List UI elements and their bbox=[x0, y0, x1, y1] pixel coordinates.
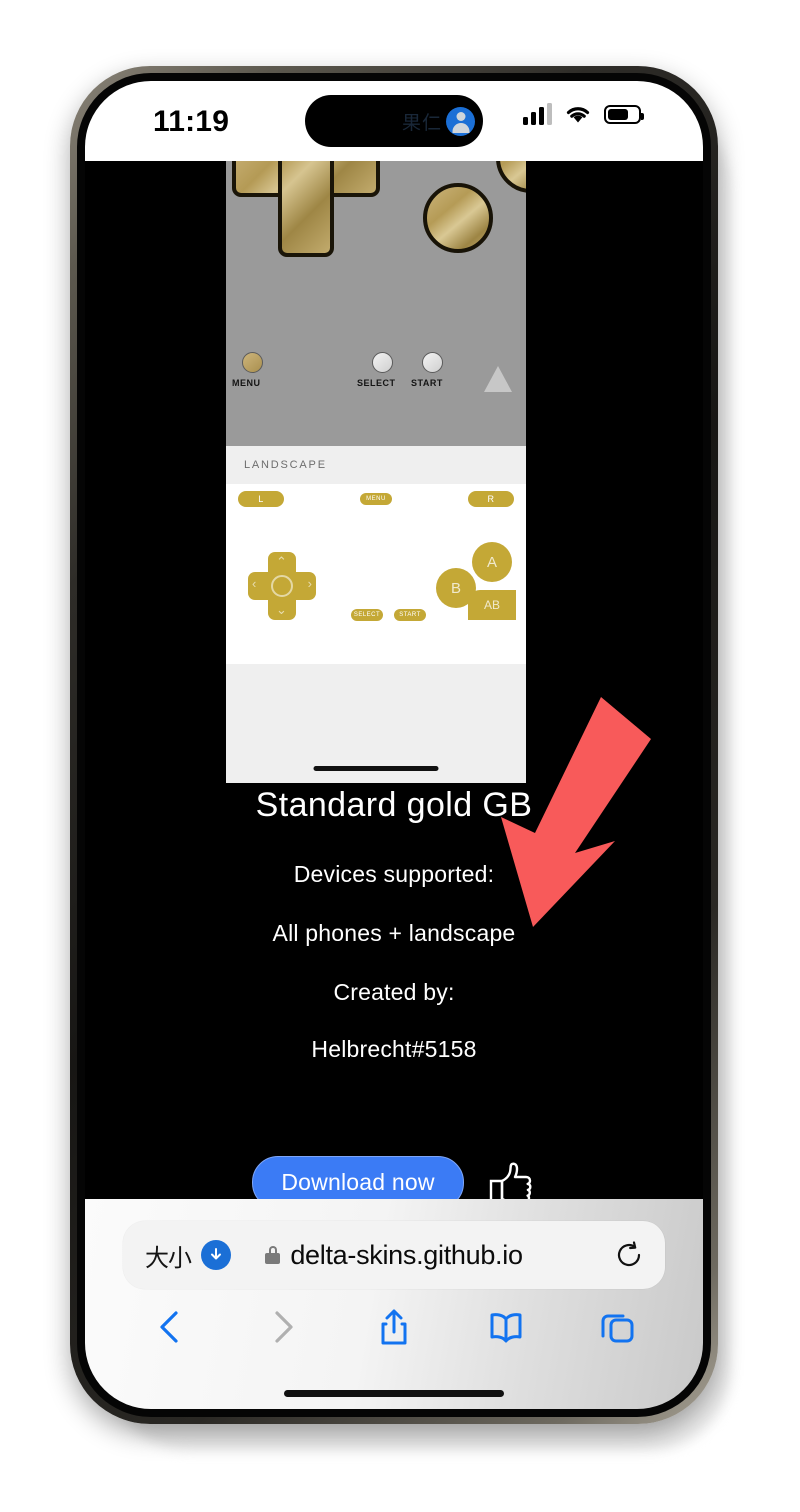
address-bar[interactable]: 大小 delta-skins.github.io bbox=[123, 1221, 665, 1289]
safari-toolbar bbox=[85, 1307, 703, 1347]
skin-home-indicator bbox=[313, 766, 439, 771]
created-by-label: Created by: bbox=[333, 979, 455, 1005]
landscape-start-button: START bbox=[394, 609, 426, 621]
landscape-select-button: SELECT bbox=[351, 609, 383, 621]
dpad-left-arrow: ‹ bbox=[252, 576, 257, 591]
created-by-value: Helbrecht#5158 bbox=[311, 1036, 477, 1062]
landscape-dpad-icon: ⌃ ⌄ ‹ › bbox=[248, 552, 316, 620]
dynamic-island[interactable]: 果仁 bbox=[305, 95, 483, 147]
cellular-signal-icon bbox=[523, 103, 552, 125]
dpad-down-arrow: ⌄ bbox=[276, 602, 287, 617]
book-icon[interactable] bbox=[487, 1307, 525, 1347]
portrait-start-button bbox=[422, 352, 443, 373]
address-bar-row: 大小 delta-skins.github.io bbox=[85, 1221, 703, 1289]
portrait-dpad-icon bbox=[232, 161, 380, 257]
reload-icon[interactable] bbox=[615, 1241, 643, 1269]
url-text: delta-skins.github.io bbox=[290, 1239, 523, 1270]
lock-icon bbox=[265, 1246, 281, 1264]
skin-portrait-section: MENU SELECT START bbox=[226, 161, 526, 446]
wifi-icon bbox=[566, 107, 590, 123]
status-indicators bbox=[523, 103, 644, 125]
portrait-menu-button bbox=[242, 352, 263, 373]
devices-supported-label: Devices supported: bbox=[293, 861, 495, 887]
dynamic-island-label: 果仁 bbox=[401, 112, 442, 134]
devices-supported-value: All phones + landscape bbox=[272, 920, 516, 946]
chevron-right-icon bbox=[275, 1311, 293, 1343]
status-bar: 11:19 果仁 bbox=[85, 81, 703, 161]
page-title: Standard gold GB bbox=[255, 786, 533, 824]
portrait-start-label: START bbox=[411, 378, 443, 388]
skin-details: Standard gold GB Devices supported: All … bbox=[85, 786, 703, 1095]
portrait-menu-label: MENU bbox=[232, 378, 261, 388]
skin-preview-image[interactable]: MENU SELECT START LANDSCAPE L MENU R ⌃ ⌄… bbox=[226, 161, 526, 783]
dpad-right-arrow: › bbox=[307, 576, 312, 591]
thumbs-up-icon[interactable] bbox=[488, 1162, 536, 1204]
landscape-a-button: A bbox=[472, 542, 512, 582]
phone-bezel: 11:19 果仁 MENU SELECT START LANDSCAPE L M… bbox=[77, 73, 711, 1417]
skin-landscape-section: L MENU R ⌃ ⌄ ‹ › SELECT START A B AB bbox=[226, 484, 526, 664]
landscape-r-button: R bbox=[468, 491, 514, 507]
safari-bottom-bar: 大小 delta-skins.github.io bbox=[85, 1199, 703, 1409]
person-circle-icon bbox=[446, 106, 475, 136]
phone-frame: 11:19 果仁 MENU SELECT START LANDSCAPE L M… bbox=[70, 66, 718, 1424]
phone-screen: 11:19 果仁 MENU SELECT START LANDSCAPE L M… bbox=[85, 81, 703, 1409]
landscape-face-buttons: A B AB bbox=[436, 542, 518, 620]
skin-preview-footer bbox=[226, 664, 526, 783]
landscape-menu-button: MENU bbox=[360, 493, 392, 505]
portrait-select-button bbox=[372, 352, 393, 373]
portrait-b-button bbox=[496, 161, 526, 193]
landscape-section-label: LANDSCAPE bbox=[244, 459, 327, 471]
share-icon[interactable] bbox=[375, 1307, 413, 1347]
portrait-a-button bbox=[423, 183, 493, 253]
battery-icon bbox=[604, 104, 644, 124]
dpad-up-arrow: ⌃ bbox=[276, 554, 287, 569]
screenshot-root: 11:19 果仁 MENU SELECT START LANDSCAPE L M… bbox=[0, 0, 800, 1512]
home-indicator bbox=[284, 1390, 504, 1397]
download-arrow-icon[interactable] bbox=[201, 1240, 231, 1270]
chevron-left-icon[interactable] bbox=[152, 1307, 190, 1347]
landscape-ab-button: AB bbox=[468, 590, 516, 620]
portrait-select-label: SELECT bbox=[357, 378, 396, 388]
portrait-system-buttons: MENU SELECT START bbox=[226, 346, 526, 406]
landscape-section-header: LANDSCAPE bbox=[226, 446, 526, 484]
status-time: 11:19 bbox=[153, 105, 230, 138]
text-size-button[interactable]: 大小 bbox=[145, 1238, 192, 1273]
tabs-icon[interactable] bbox=[598, 1307, 636, 1347]
triangle-logo-icon bbox=[484, 366, 512, 392]
landscape-l-button: L bbox=[238, 491, 284, 507]
